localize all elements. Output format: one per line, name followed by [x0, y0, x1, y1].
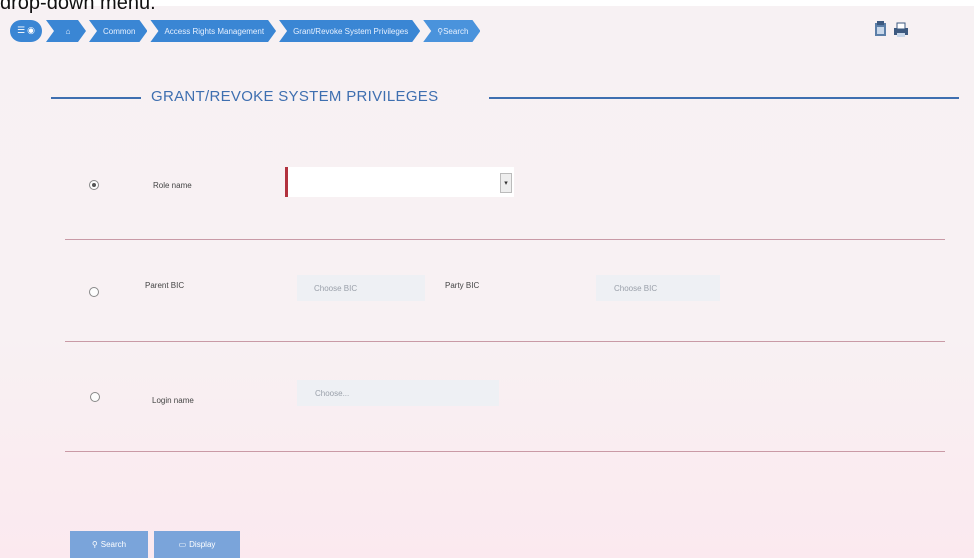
bic-radio[interactable]: [89, 287, 99, 297]
chevron-down-icon[interactable]: ▾: [500, 173, 512, 193]
separator-1: [65, 239, 945, 240]
parent-bic-input[interactable]: Choose BIC: [297, 275, 425, 301]
login-name-radio[interactable]: [90, 392, 100, 402]
parent-bic-label: Parent BIC: [145, 281, 185, 290]
help-icon[interactable]: [873, 20, 889, 38]
breadcrumb-access-rights[interactable]: Access Rights Management: [150, 20, 276, 42]
breadcrumb-common[interactable]: Common: [89, 20, 147, 42]
display-icon: ▭: [178, 540, 187, 549]
eye-icon: ◉: [27, 26, 35, 36]
separator-2: [65, 341, 945, 342]
breadcrumb-grant-revoke[interactable]: Grant/Revoke System Privileges: [279, 20, 420, 42]
top-right-icons: [873, 20, 909, 38]
search-button-label: Search: [100, 540, 127, 549]
separator-3: [65, 451, 945, 452]
search-icon: ⚲: [91, 540, 98, 549]
role-name-select[interactable]: ▾: [285, 167, 514, 197]
role-name-radio[interactable]: [89, 180, 99, 190]
breadcrumb-home[interactable]: ⌂: [46, 20, 86, 42]
title-rule-left: [51, 97, 141, 99]
role-name-label: Role name: [153, 181, 192, 190]
breadcrumb-search[interactable]: ⚲ Search: [423, 20, 480, 42]
login-name-input[interactable]: Choose...: [297, 380, 499, 406]
page-title: GRANT/REVOKE SYSTEM PRIVILEGES: [151, 88, 439, 105]
title-rule-right: [489, 97, 959, 99]
display-button-label: Display: [189, 540, 216, 549]
party-bic-label: Party BIC: [445, 281, 480, 290]
breadcrumb: ☰ ◉ ⌂ Common Access Rights Management Gr…: [10, 19, 483, 43]
menu-toggle-button[interactable]: ☰ ◉: [10, 20, 42, 42]
print-icon[interactable]: [893, 20, 909, 38]
caption-text: drop-down menu.: [0, 0, 156, 14]
login-name-label: Login name: [152, 396, 194, 405]
party-bic-input[interactable]: Choose BIC: [596, 275, 720, 301]
display-button[interactable]: ▭ Display: [154, 531, 240, 558]
breadcrumb-search-label: Search: [443, 26, 469, 36]
menu-icon: ☰: [17, 26, 26, 36]
search-button[interactable]: ⚲ Search: [70, 531, 148, 558]
home-icon: ⌂: [65, 26, 71, 36]
section-header: GRANT/REVOKE SYSTEM PRIVILEGES: [51, 86, 959, 108]
